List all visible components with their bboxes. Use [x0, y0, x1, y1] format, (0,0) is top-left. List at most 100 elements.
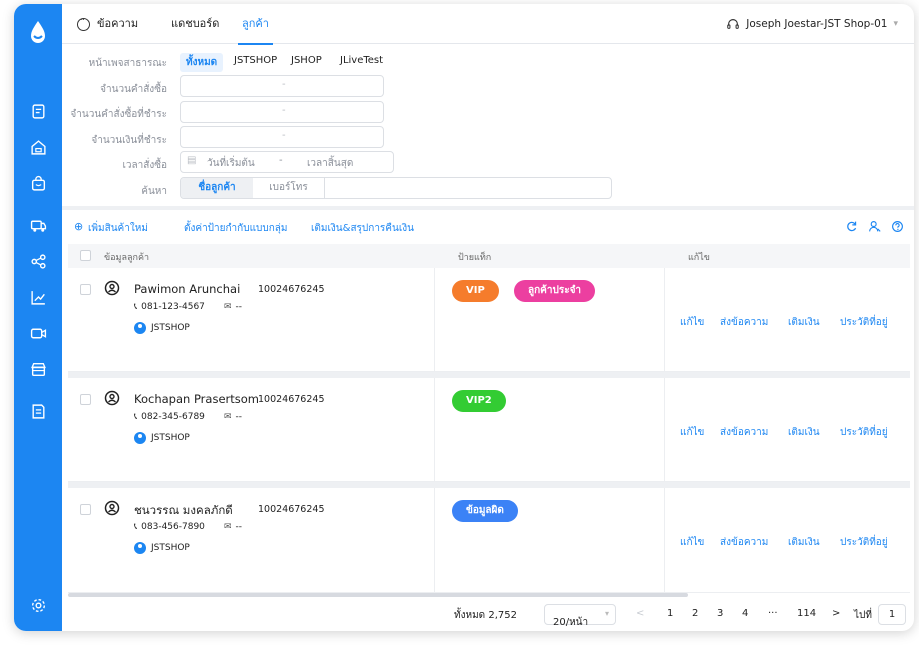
table-header: ข้อมูลลูกค้า ป้ายแท็ก แก้ไข: [68, 244, 910, 268]
customer-avatar-icon: [104, 280, 120, 296]
customer-id: 10024676245: [258, 394, 325, 405]
customer-name[interactable]: ชนวรรณ มงคลภักดี: [134, 502, 233, 520]
search-input[interactable]: [325, 178, 611, 198]
page-114[interactable]: 114: [797, 608, 816, 619]
chart-icon[interactable]: [28, 287, 48, 307]
orders-icon[interactable]: [28, 101, 48, 121]
top-up-link[interactable]: เติมเงิน: [788, 535, 820, 550]
page-1[interactable]: 1: [667, 608, 673, 619]
customer-email: ✉ --: [224, 522, 243, 532]
video-icon[interactable]: [28, 323, 48, 343]
bag-icon[interactable]: [28, 173, 48, 193]
plus-circle-icon: ⊕: [74, 220, 84, 233]
tab-customers[interactable]: ลูกค้า: [238, 4, 273, 45]
page-size-select[interactable]: 20/หน้า ▾: [544, 604, 616, 628]
page-chip-jshop[interactable]: JSHOP: [291, 55, 322, 66]
mail-icon: ✉: [224, 302, 232, 312]
prev-page-button[interactable]: <: [636, 608, 644, 619]
order-count-label: จำนวนคำสั่งซื้อ: [100, 84, 167, 95]
search-mode-name[interactable]: ชื่อลูกค้า: [181, 178, 253, 198]
search-box: ชื่อลูกค้า เบอร์โทร: [180, 177, 612, 199]
page-chip-jlivetest[interactable]: JLiveTest: [340, 55, 383, 66]
order-count-range[interactable]: -: [180, 75, 384, 97]
toolbar: ⊕ เพิ่มสินค้าใหม่ ตั้งค่าป้ายกำกับแบบกลุ…: [62, 210, 914, 244]
edit-link[interactable]: แก้ไข: [680, 315, 704, 330]
page-3[interactable]: 3: [717, 608, 723, 619]
row-checkbox[interactable]: [80, 394, 91, 405]
send-message-link[interactable]: ส่งข้อความ: [720, 315, 768, 330]
add-product-link[interactable]: เพิ่มสินค้าใหม่: [88, 221, 148, 236]
notes-icon[interactable]: [28, 401, 48, 421]
horizontal-scrollbar[interactable]: [68, 593, 688, 597]
page-2[interactable]: 2: [692, 608, 698, 619]
top-up-link[interactable]: เติมเงิน: [788, 425, 820, 440]
customer-email: ✉ --: [224, 412, 243, 422]
tag-vip2[interactable]: VIP2: [452, 390, 506, 412]
logo-drop-icon[interactable]: [28, 20, 48, 46]
paid-order-count-range[interactable]: -: [180, 101, 384, 123]
page-ellipsis[interactable]: ···: [768, 608, 778, 619]
address-history-link[interactable]: ประวัติที่อยู่: [840, 315, 888, 330]
chat-icon: [77, 13, 90, 31]
filter-panel: หน้าเพจสาธารณะ ทั้งหมด JSTSHOP JSHOP JLi…: [62, 44, 914, 208]
order-time-label: เวลาสั่งซื้อ: [122, 160, 167, 171]
customer-name[interactable]: Pawimon Arunchai: [134, 282, 240, 296]
row-checkbox[interactable]: [80, 504, 91, 515]
page-chip-all[interactable]: ทั้งหมด: [180, 53, 224, 72]
sidebar: [14, 4, 62, 631]
send-message-link[interactable]: ส่งข้อความ: [720, 535, 768, 550]
order-time-range[interactable]: ▤ วันที่เริ่มต้น - เวลาสิ้นสุด: [180, 151, 394, 173]
next-page-button[interactable]: >: [832, 608, 840, 619]
page-chip-jstshop[interactable]: JSTSHOP: [234, 55, 277, 66]
refund-link[interactable]: เติมเงิน&สรุปการคืนเงิน: [311, 221, 414, 236]
tag-regular-customer[interactable]: ลูกค้าประจำ: [514, 280, 596, 302]
user-name: Joseph Joestar-JST Shop-01: [746, 18, 888, 30]
paid-amount-label: จำนวนเงินที่ชำระ: [91, 135, 167, 146]
tag-vip[interactable]: VIP: [452, 280, 499, 302]
customer-shop: JSTSHOP: [134, 432, 190, 444]
send-message-link[interactable]: ส่งข้อความ: [720, 425, 768, 440]
address-history-link[interactable]: ประวัติที่อยู่: [840, 535, 888, 550]
user-icon[interactable]: [868, 220, 881, 233]
end-date-field[interactable]: เวลาสิ้นสุด: [307, 156, 353, 171]
mail-icon: ✉: [224, 522, 232, 532]
header-customer: ข้อมูลลูกค้า: [104, 253, 150, 263]
tab-messages[interactable]: ข้อความ: [97, 4, 138, 44]
customer-email: ✉ --: [224, 302, 243, 312]
customer-id: 10024676245: [258, 284, 325, 295]
edit-link[interactable]: แก้ไข: [680, 425, 704, 440]
headset-icon: [727, 19, 740, 29]
customer-name[interactable]: Kochapan Prasertsom: [134, 392, 259, 406]
home-icon[interactable]: [28, 137, 48, 157]
phone-icon: 📞︎: [134, 302, 138, 312]
customer-shop: JSTSHOP: [134, 542, 190, 554]
table-row: ชนวรรณ มงคลภักดี 10024676245 📞︎ 083-456-7…: [68, 488, 910, 593]
column-divider: [434, 378, 435, 481]
address-history-link[interactable]: ประวัติที่อยู่: [840, 425, 888, 440]
share-icon[interactable]: [28, 251, 48, 271]
tag-wrong-info[interactable]: ข้อมูลผิด: [452, 500, 518, 522]
edit-link[interactable]: แก้ไข: [680, 535, 704, 550]
column-divider: [664, 488, 665, 592]
customer-avatar-icon: [104, 500, 120, 516]
shop-icon: [134, 322, 146, 334]
search-mode-phone[interactable]: เบอร์โทร: [253, 178, 325, 198]
row-checkbox[interactable]: [80, 284, 91, 295]
goto-page-input[interactable]: 1: [878, 604, 906, 625]
help-icon[interactable]: [891, 220, 904, 233]
column-divider: [664, 378, 665, 481]
start-date-field[interactable]: วันที่เริ่มต้น: [207, 156, 255, 171]
page-4[interactable]: 4: [742, 608, 748, 619]
table-row: Kochapan Prasertsom 10024676245 📞︎ 082-34…: [68, 378, 910, 482]
store-icon[interactable]: [28, 359, 48, 379]
truck-icon[interactable]: [28, 215, 48, 235]
settings-icon[interactable]: [28, 595, 48, 615]
refresh-icon[interactable]: [845, 220, 858, 233]
search-label: ค้นหา: [141, 186, 167, 197]
select-all-checkbox[interactable]: [80, 250, 91, 261]
tab-dashboard[interactable]: แดชบอร์ด: [171, 4, 219, 44]
paid-amount-range[interactable]: -: [180, 126, 384, 148]
top-up-link[interactable]: เติมเงิน: [788, 315, 820, 330]
user-menu[interactable]: Joseph Joestar-JST Shop-01 ▾: [726, 4, 898, 44]
set-tags-link[interactable]: ตั้งค่าป้ายกำกับแบบกลุ่ม: [184, 221, 288, 236]
